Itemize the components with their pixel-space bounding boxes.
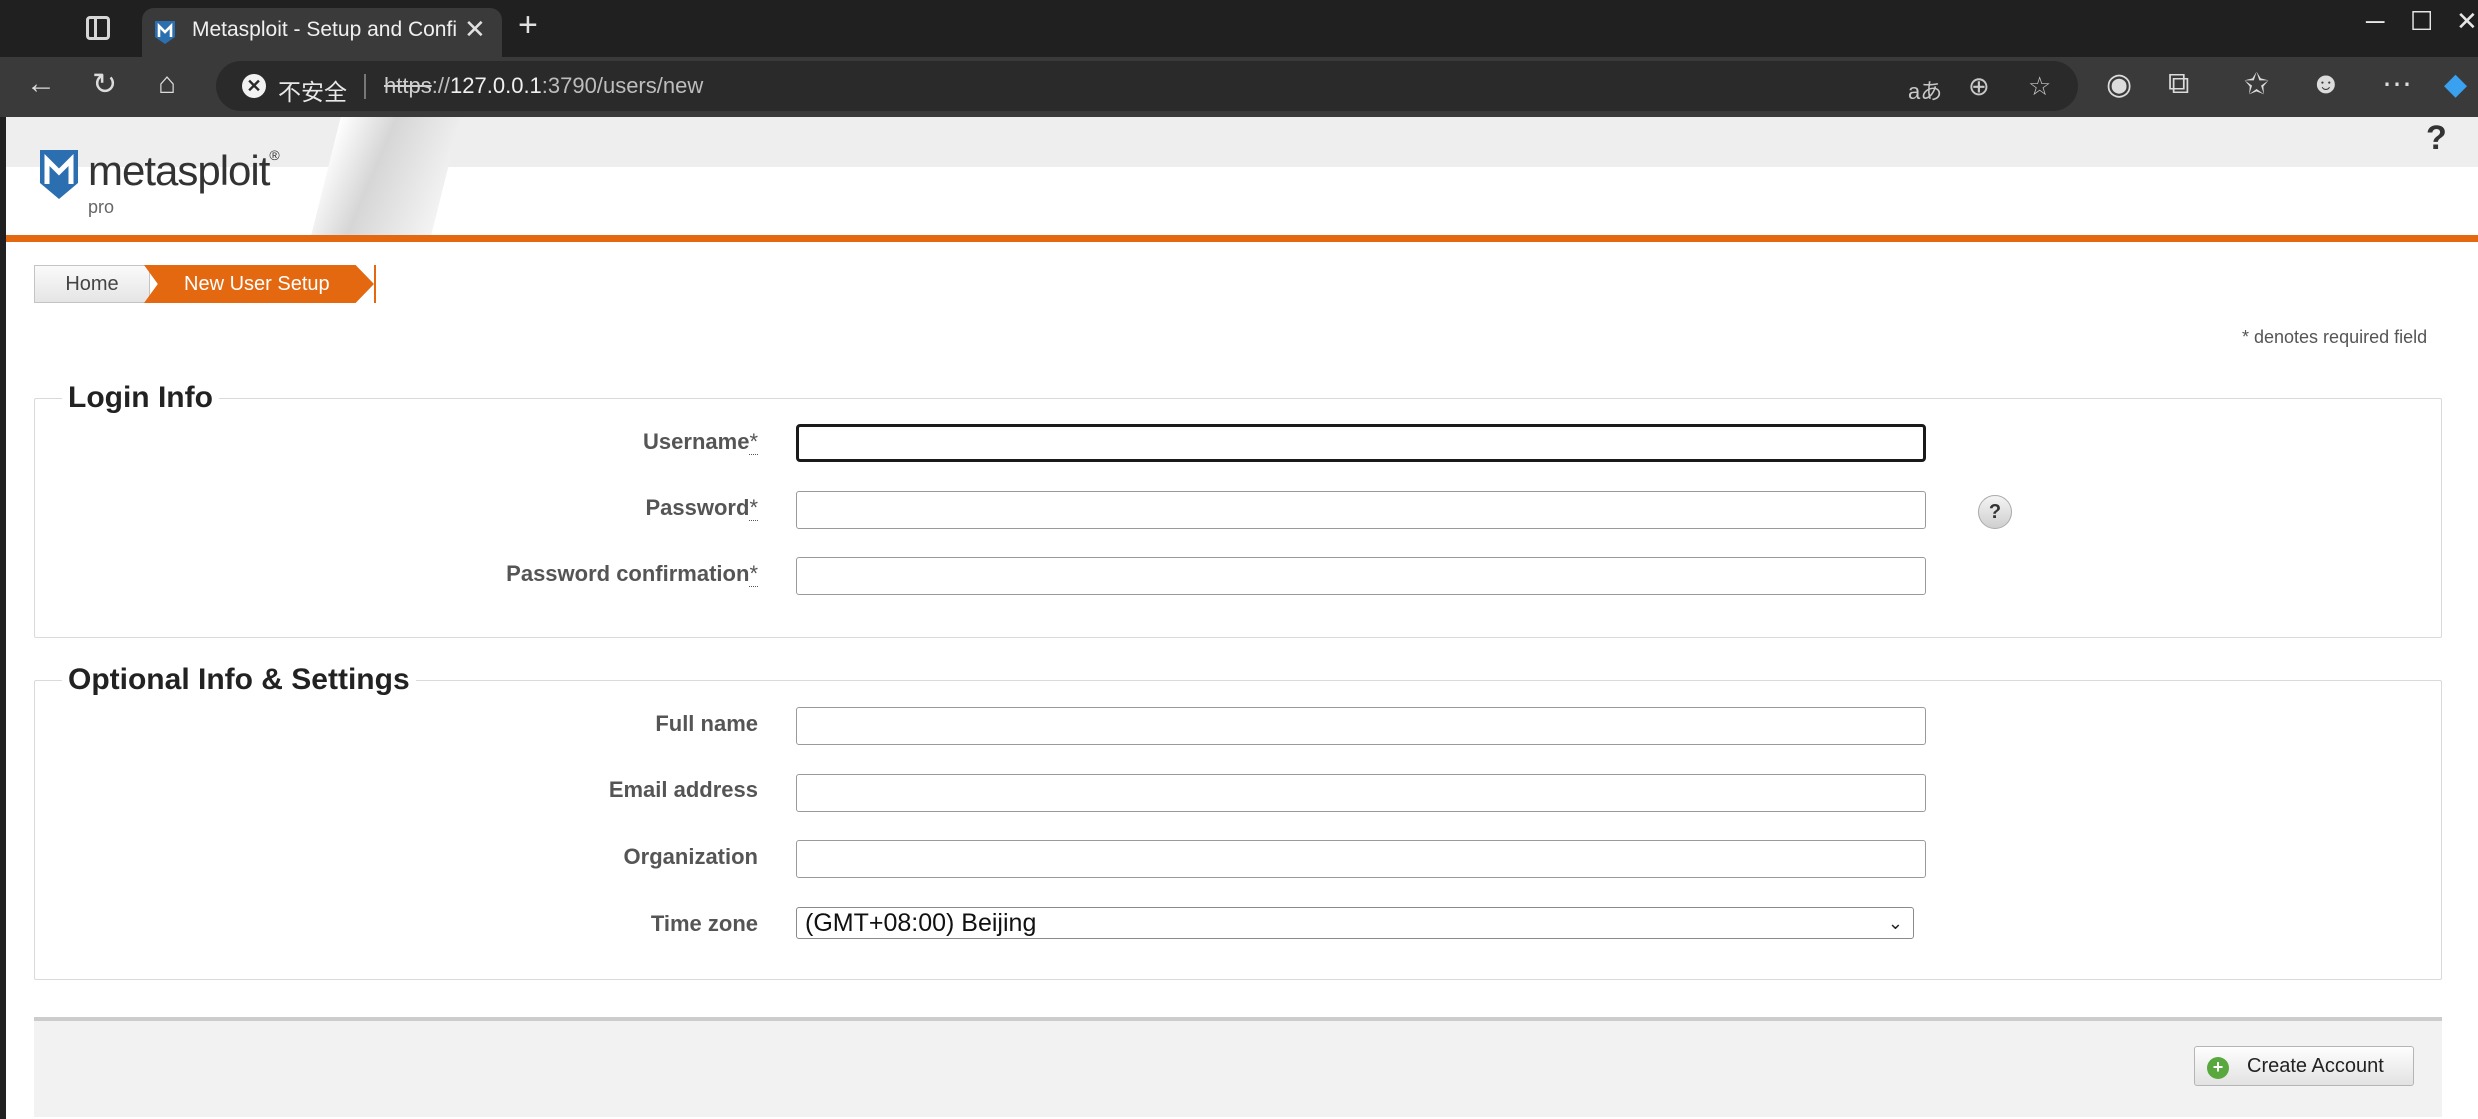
more-menu-icon[interactable]: ⋯	[2382, 67, 2412, 102]
favorites-icon[interactable]: ✩	[2244, 67, 2269, 102]
zoom-icon[interactable]: ⊕	[1968, 71, 1990, 102]
full-name-label: Full name	[655, 711, 758, 736]
form-actions-bar	[34, 1017, 2442, 1117]
add-icon: +	[2207, 1057, 2229, 1079]
organization-label: Organization	[623, 844, 758, 869]
required-marker: *	[749, 429, 758, 455]
breadcrumb-current: New User Setup	[144, 265, 374, 303]
username-label: Username*	[643, 429, 758, 455]
create-account-label: Create Account	[2247, 1055, 2384, 1077]
breadcrumb-home[interactable]: Home	[34, 265, 150, 303]
username-input[interactable]	[796, 424, 1926, 462]
tab-title: Metasploit - Setup and Configuration	[192, 18, 456, 41]
close-tab-icon[interactable]: ✕	[464, 14, 486, 45]
logo-edition: pro	[88, 197, 115, 217]
email-input[interactable]	[796, 774, 1926, 812]
required-marker: *	[749, 561, 758, 587]
password-confirmation-input[interactable]	[796, 557, 1926, 595]
breadcrumb-end-marker	[374, 265, 376, 303]
reload-icon[interactable]: ↻	[92, 67, 117, 102]
read-aloud-icon[interactable]: aあ	[1908, 74, 1942, 106]
close-window-icon[interactable]: ✕	[2456, 6, 2478, 37]
page-viewport: metasploit® pro ? Home New User Setup * …	[6, 117, 2478, 1119]
password-help-icon[interactable]: ?	[1978, 495, 2012, 529]
time-zone-value: (GMT+08:00) Beijing	[805, 909, 1037, 937]
help-icon[interactable]: ?	[2426, 119, 2447, 158]
security-label[interactable]: 不安全	[278, 73, 347, 107]
password-confirmation-label: Password confirmation*	[506, 561, 758, 587]
organization-input[interactable]	[796, 840, 1926, 878]
copilot-icon[interactable]: ◆	[2444, 67, 2467, 102]
workspaces-icon[interactable]	[86, 16, 110, 40]
time-zone-select[interactable]: (GMT+08:00) Beijing ⌄	[796, 907, 1914, 939]
address-divider	[364, 74, 366, 99]
metasploit-logo[interactable]: metasploit® pro	[38, 147, 308, 227]
browser-tab-active[interactable]: Metasploit - Setup and Configuration ✕	[142, 8, 502, 57]
new-tab-icon[interactable]: +	[518, 6, 538, 45]
header-accent-rule	[6, 235, 2478, 242]
metasploit-shield-icon	[40, 150, 78, 199]
metasploit-favicon-icon	[155, 21, 175, 44]
not-secure-icon[interactable]: ✕	[242, 74, 266, 98]
browser-tab-bar: Metasploit - Setup and Configuration ✕ +…	[0, 0, 2478, 57]
optional-info-legend: Optional Info & Settings	[62, 663, 416, 697]
password-label: Password*	[645, 495, 758, 521]
logo-wordmark: metasploit®	[88, 147, 280, 194]
login-info-legend: Login Info	[62, 381, 219, 415]
back-icon[interactable]: ←	[26, 67, 56, 101]
required-marker: *	[749, 495, 758, 521]
extension-circle-icon[interactable]: ◉	[2106, 67, 2132, 102]
home-icon[interactable]: ⌂	[158, 67, 176, 101]
required-field-note: * denotes required field	[2242, 327, 2428, 347]
address-bar[interactable]: ✕ 不安全 https://127.0.0.1:3790/users/new a…	[216, 61, 2078, 111]
profile-avatar-icon[interactable]: ☻	[2310, 67, 2342, 101]
minimize-icon[interactable]: ─	[2366, 6, 2384, 37]
email-label: Email address	[608, 777, 758, 802]
favorite-star-icon[interactable]: ☆	[2028, 71, 2051, 102]
url-text[interactable]: https://127.0.0.1:3790/users/new	[384, 73, 703, 99]
chevron-down-icon: ⌄	[1887, 913, 1903, 933]
full-name-input[interactable]	[796, 707, 1926, 745]
password-input[interactable]	[796, 491, 1926, 529]
browser-nav-bar: ← ↻ ⌂ ✕ 不安全 https://127.0.0.1:3790/users…	[0, 57, 2478, 117]
create-account-button[interactable]: + Create Account	[2194, 1046, 2414, 1086]
time-zone-label: Time zone	[650, 911, 758, 936]
maximize-icon[interactable]: ☐	[2410, 6, 2433, 37]
extensions-icon[interactable]: ⧉	[2168, 67, 2189, 101]
